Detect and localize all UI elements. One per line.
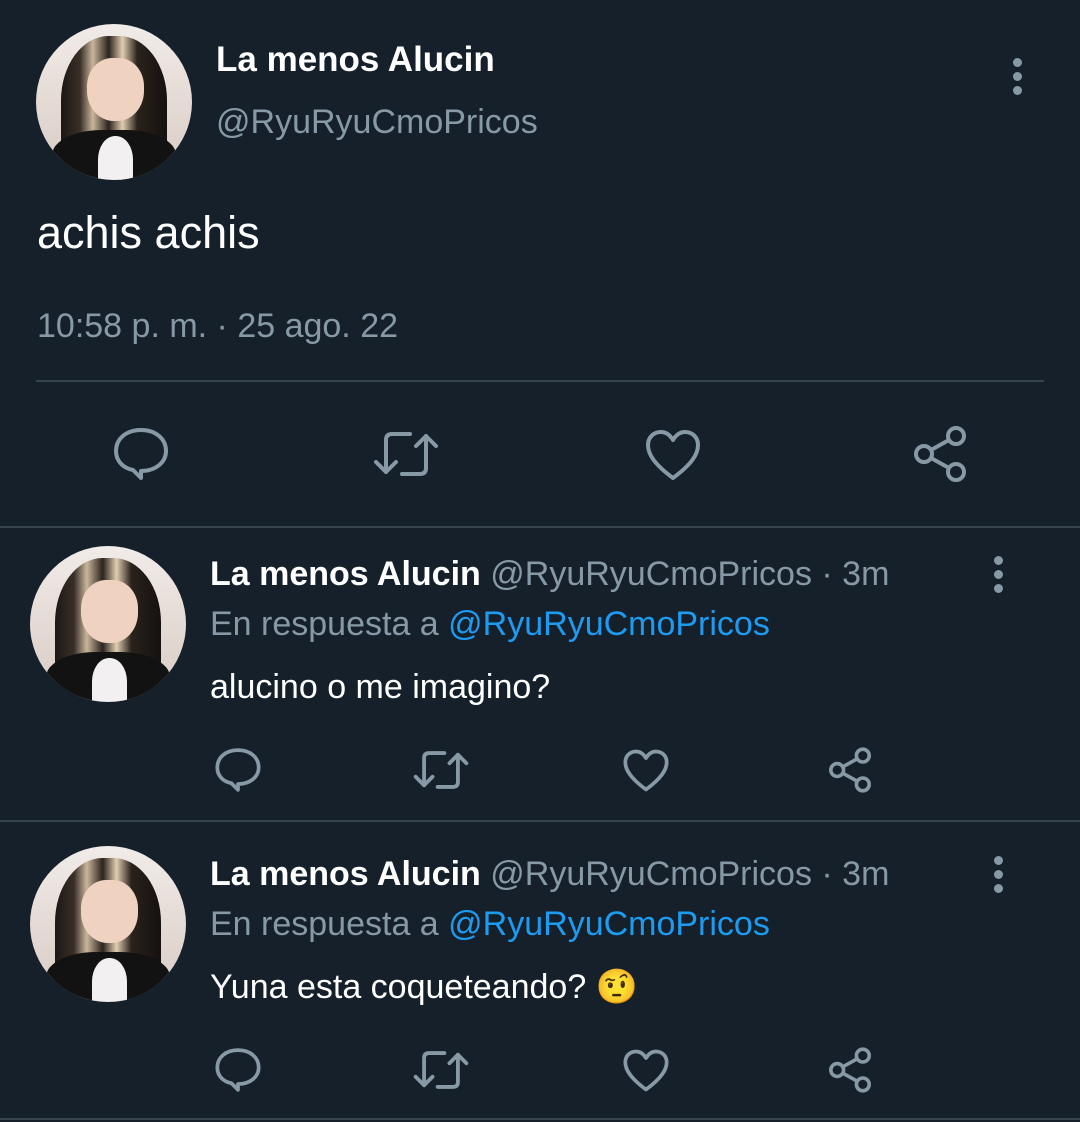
divider	[0, 820, 1080, 822]
tweet-text: Yuna esta coqueteando?	[210, 968, 596, 1006]
like-icon[interactable]	[622, 748, 670, 793]
avatar[interactable]	[30, 846, 186, 1002]
reply-prefix: En respuesta a	[210, 605, 439, 643]
tweet-text: achis achis	[37, 207, 260, 258]
divider	[0, 1118, 1080, 1120]
reply-header: La menos Alucin @RyuRyuCmoPricos · 3m	[210, 854, 889, 894]
divider	[36, 380, 1044, 382]
reply-icon[interactable]	[112, 426, 170, 482]
tweet-text-row: Yuna esta coqueteando? 🤨	[210, 966, 638, 1008]
handle[interactable]: @RyuRyuCmoPricos	[216, 102, 538, 142]
reply-to-link[interactable]: @RyuRyuCmoPricos	[448, 905, 770, 943]
reply-icon[interactable]	[214, 1046, 262, 1094]
tweet-text: alucino o me imagino?	[210, 668, 551, 706]
retweet-icon[interactable]	[372, 428, 440, 480]
share-icon[interactable]	[910, 424, 970, 484]
like-icon[interactable]	[644, 428, 702, 482]
avatar[interactable]	[30, 546, 186, 702]
divider	[0, 526, 1080, 528]
display-name[interactable]: La menos Alucin	[210, 855, 481, 893]
reply-to-link[interactable]: @RyuRyuCmoPricos	[448, 605, 770, 643]
retweet-icon[interactable]	[412, 748, 470, 792]
handle[interactable]: @RyuRyuCmoPricos	[490, 855, 812, 893]
reply-prefix: En respuesta a	[210, 905, 439, 943]
handle[interactable]: @RyuRyuCmoPricos	[490, 555, 812, 593]
display-name[interactable]: La menos Alucin	[210, 555, 481, 593]
reply-header: La menos Alucin @RyuRyuCmoPricos · 3m	[210, 554, 889, 594]
more-options-icon[interactable]	[992, 856, 1004, 898]
tweet-age: · 3m	[821, 555, 890, 593]
more-options-icon[interactable]	[1011, 58, 1023, 100]
tweet-age: · 3m	[821, 855, 890, 893]
avatar[interactable]	[36, 24, 192, 180]
timestamp: 10:58 p. m. · 25 ago. 22	[37, 307, 399, 345]
reply-icon[interactable]	[214, 746, 262, 794]
reply-context: En respuesta a @RyuRyuCmoPricos	[210, 904, 770, 944]
reply-context: En respuesta a @RyuRyuCmoPricos	[210, 604, 770, 644]
display-name[interactable]: La menos Alucin	[216, 40, 495, 80]
share-icon[interactable]	[826, 1046, 874, 1094]
raised-eyebrow-emoji: 🤨	[595, 968, 639, 1006]
share-icon[interactable]	[826, 746, 874, 794]
retweet-icon[interactable]	[412, 1048, 470, 1092]
like-icon[interactable]	[622, 1048, 670, 1093]
more-options-icon[interactable]	[992, 556, 1004, 598]
